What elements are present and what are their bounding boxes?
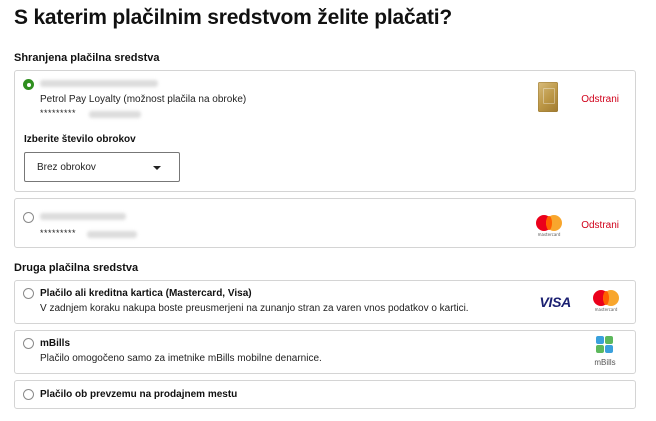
saved-card-1-masked-number: ********* — [40, 108, 77, 118]
other-methods-heading: Druga plačilna sredstva — [14, 262, 139, 274]
method-credit-card[interactable]: Plačilo ali kreditna kartica (Mastercard… — [14, 280, 636, 324]
method-credit-card-title: Plačilo ali kreditna kartica (Mastercard… — [40, 288, 252, 299]
method-mbills-radio[interactable] — [23, 338, 34, 349]
gold-card-icon — [538, 82, 558, 112]
installments-select-value: Brez obrokov — [37, 162, 96, 173]
saved-card-1-remove-link[interactable]: Odstrani — [581, 94, 619, 105]
blurred-card-holder — [40, 80, 158, 87]
method-credit-card-description: V zadnjem koraku nakupa boste preusmerje… — [40, 303, 469, 314]
blurred-card-digits — [89, 111, 141, 118]
visa-icon: VISA — [539, 294, 572, 310]
blurred-card-digits — [87, 231, 137, 238]
saved-card-petrol-pay[interactable]: Petrol Pay Loyalty (možnost plačila na o… — [14, 70, 636, 192]
page-title: S katerim plačilnim sredstvom želite pla… — [14, 6, 452, 29]
blurred-card-holder — [40, 213, 126, 220]
method-pay-on-pickup-radio[interactable] — [23, 389, 34, 400]
method-mbills-description: Plačilo omogočeno samo za imetnike mBill… — [40, 353, 322, 364]
saved-card-2-remove-link[interactable]: Odstrani — [581, 220, 619, 231]
saved-methods-heading: Shranjena plačilna sredstva — [14, 52, 160, 64]
saved-card-mastercard[interactable]: ********* mastercard Odstrani — [14, 198, 636, 248]
mbills-icon: mBills — [588, 336, 622, 368]
installments-select[interactable]: Brez obrokov — [24, 152, 180, 182]
saved-card-1-name: Petrol Pay Loyalty (možnost plačila na o… — [40, 94, 247, 105]
saved-card-1-radio[interactable] — [23, 79, 34, 90]
method-pay-on-pickup-title: Plačilo ob prevzemu na prodajnem mestu — [40, 389, 238, 400]
chevron-down-icon — [153, 166, 161, 170]
method-mbills[interactable]: mBills Plačilo omogočeno samo za imetnik… — [14, 330, 636, 374]
installments-label: Izberite število obrokov — [24, 134, 136, 145]
mastercard-icon: mastercard — [533, 215, 565, 237]
saved-card-2-masked-number: ********* — [40, 228, 77, 238]
method-pay-on-pickup[interactable]: Plačilo ob prevzemu na prodajnem mestu — [14, 380, 636, 409]
saved-card-2-radio[interactable] — [23, 212, 34, 223]
method-mbills-title: mBills — [40, 338, 71, 349]
mastercard-icon: mastercard — [590, 290, 622, 312]
method-credit-card-radio[interactable] — [23, 288, 34, 299]
